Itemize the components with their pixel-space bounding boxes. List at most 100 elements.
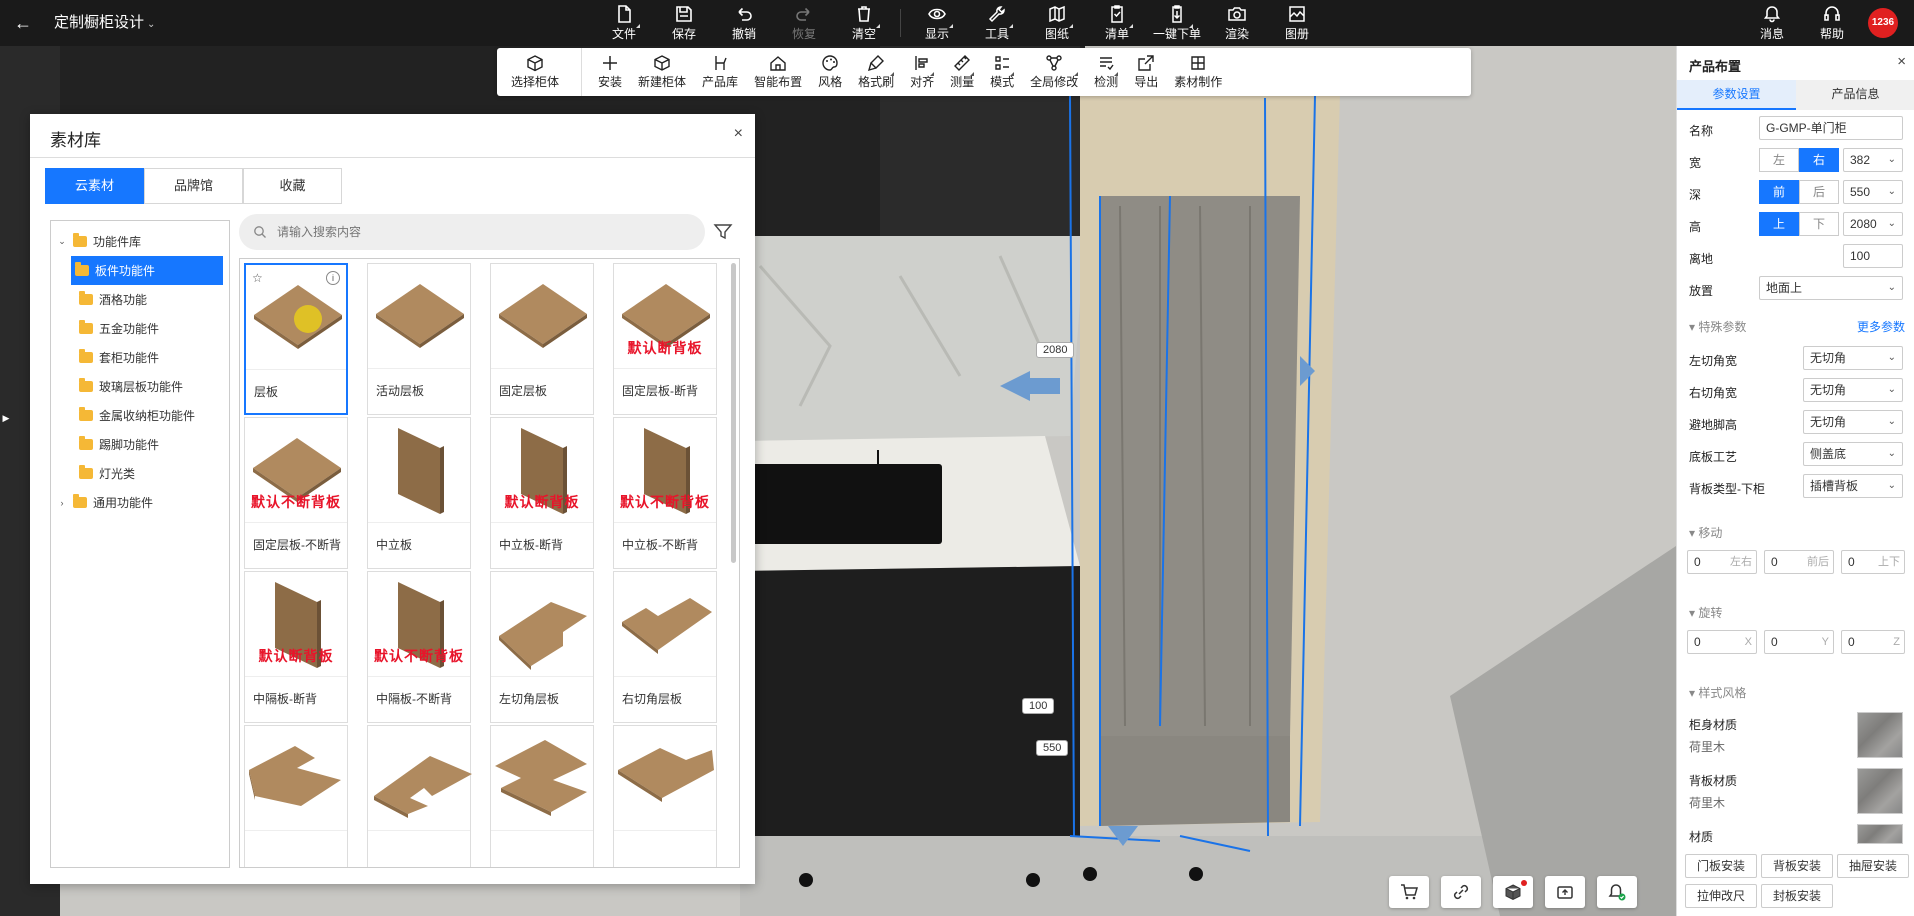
top-tool-map-button[interactable]: 图纸 [1027,0,1087,46]
tree-item[interactable]: ⌄ 功能件库 [51,227,229,256]
material-card[interactable]: 默认断背板 中隔板-断背 [244,571,348,723]
box-button[interactable] [1493,876,1533,908]
move-fb-field[interactable]: 0 前后 [1764,550,1834,574]
tab-product-info[interactable]: 产品信息 [1796,80,1914,110]
tab-parameter-settings[interactable]: 参数设置 [1677,80,1796,110]
material-card[interactable]: 默认不断背板 固定层板-不断背 [244,417,348,569]
tree-item[interactable]: 五金功能件 [51,314,229,343]
special-params-section[interactable]: ▾ 特殊参数 [1689,318,1746,335]
rotate-y-field[interactable]: 0Y [1764,630,1834,654]
ground-field[interactable]: 100 [1843,244,1903,268]
sub-tool-check-list-button[interactable]: 检测 [1086,48,1126,96]
special-param-select[interactable]: 侧盖底 ⌄ [1803,442,1903,466]
material-card[interactable]: 活动层板 [367,263,471,415]
material-card[interactable]: 左切角层板 [490,571,594,723]
seal-panel-install-button[interactable]: 封板安装 [1761,884,1833,908]
back-panel-install-button[interactable]: 背板安装 [1761,854,1833,878]
sub-tool-export-button[interactable]: 导出 [1126,48,1166,96]
more-params-link[interactable]: 更多参数 [1857,318,1905,335]
select-cabinet-button[interactable]: 选择柜体 [497,48,573,96]
sub-tool-grid-plus-button[interactable]: 素材制作 [1166,48,1230,96]
rotate-z-field[interactable]: 0Z [1841,630,1905,654]
user-avatar[interactable]: 1236 [1868,8,1898,38]
width-right-option[interactable]: 右 [1799,148,1839,172]
messages-button[interactable]: 消息 [1742,0,1802,46]
material-card[interactable]: 默认不断背板 中隔板-不断背 [367,571,471,723]
rotate-section[interactable]: ▾ 旋转 [1689,604,1722,621]
body-material-swatch[interactable] [1857,712,1903,758]
cart-button[interactable] [1389,876,1429,908]
stretch-resize-button[interactable]: 拉伸改尺 [1685,884,1757,908]
tab-brand-hall[interactable]: 品牌馆 [144,168,243,204]
alert-button[interactable] [1597,876,1637,908]
move-section[interactable]: ▾ 移动 [1689,524,1722,541]
screenshot-button[interactable] [1545,876,1585,908]
material-card[interactable] [244,725,348,867]
panel-close-button[interactable]: × [1897,53,1906,70]
chevron-right-icon[interactable]: › [55,498,69,508]
placement-select[interactable]: 地面上 ⌄ [1759,276,1903,300]
width-left-option[interactable]: 左 [1759,148,1799,172]
chevron-down-icon[interactable]: ⌄ [55,236,69,247]
sub-tool-nodes-button[interactable]: 全局修改 [1022,48,1086,96]
depth-front-option[interactable]: 前 [1759,180,1799,204]
sub-tool-brush-button[interactable]: 格式刷 [850,48,902,96]
top-tool-file-button[interactable]: 文件 [594,0,654,46]
top-tool-redo-button[interactable]: 恢复 [774,0,834,46]
height-select[interactable]: 2080 ⌄ [1843,212,1903,236]
library-close-button[interactable]: × [734,125,743,143]
sub-tool-list-button[interactable]: 模式 [982,48,1022,96]
tree-item[interactable]: 灯光类 [51,459,229,488]
tab-favorites[interactable]: 收藏 [243,168,342,204]
top-tool-album-button[interactable]: 图册 [1267,0,1327,46]
tree-item[interactable]: 板件功能件 [71,256,223,285]
help-button[interactable]: 帮助 [1802,0,1862,46]
special-param-select[interactable]: 无切角 ⌄ [1803,378,1903,402]
material-card[interactable]: 默认断背板 固定层板-断背 [613,263,717,415]
height-up-option[interactable]: 上 [1759,212,1799,236]
sub-tool-chair-button[interactable]: 产品库 [694,48,746,96]
filter-icon[interactable] [713,222,733,242]
depth-select[interactable]: 550 ⌄ [1843,180,1903,204]
top-tool-wrench-button[interactable]: 工具 [967,0,1027,46]
material-card[interactable]: ☆ i 层板 [244,263,348,415]
tree-item[interactable]: › 通用功能件 [51,488,229,517]
tree-item[interactable]: 踢脚功能件 [51,430,229,459]
style-section[interactable]: ▾ 样式风格 [1689,684,1746,701]
material-card[interactable]: 右切角层板 [613,571,717,723]
top-tool-order-button[interactable]: 一键下单 [1147,0,1207,46]
move-lr-field[interactable]: 0 左右 [1687,550,1757,574]
height-down-option[interactable]: 下 [1799,212,1839,236]
link-button[interactable] [1441,876,1481,908]
rotate-x-field[interactable]: 0X [1687,630,1757,654]
app-title-dropdown[interactable]: 定制橱柜设计 ⌄ [54,12,155,36]
material-card[interactable] [367,725,472,867]
special-param-select[interactable]: 无切角 ⌄ [1803,346,1903,370]
left-panel-toggle[interactable]: ▶ [0,398,12,438]
top-tool-eye-button[interactable]: 显示 [907,0,967,46]
sub-tool-house-button[interactable]: 智能布置 [746,48,810,96]
top-tool-camera-button[interactable]: 渲染 [1207,0,1267,46]
info-icon[interactable]: i [326,271,340,285]
drawer-install-button[interactable]: 抽屉安装 [1837,854,1909,878]
name-field[interactable]: G-GMP-单门柜 [1759,116,1903,140]
material-card[interactable]: 固定层板 [490,263,594,415]
sub-tool-align-button[interactable]: 对齐 [902,48,942,96]
tree-item[interactable]: 金属收纳柜功能件 [51,401,229,430]
star-icon[interactable]: ☆ [252,271,263,285]
material-card[interactable]: 默认不断背板 中立板-不断背 [613,417,717,569]
special-param-select[interactable]: 无切角 ⌄ [1803,410,1903,434]
sub-tool-palette-button[interactable]: 风格 [810,48,850,96]
top-tool-undo-button[interactable]: 撤销 [714,0,774,46]
back-button[interactable]: ← [12,12,34,34]
material-card[interactable] [613,725,717,867]
tree-item[interactable]: 酒格功能 [51,285,229,314]
material-card[interactable]: 默认断背板 中立板-断背 [490,417,594,569]
tree-item[interactable]: 玻璃层板功能件 [51,372,229,401]
top-tool-save-button[interactable]: 保存 [654,0,714,46]
door-install-button[interactable]: 门板安装 [1685,854,1757,878]
sub-tool-cube-button[interactable]: 新建柜体 [630,48,694,96]
width-select[interactable]: 382 ⌄ [1843,148,1903,172]
top-tool-checklist-button[interactable]: 清单 [1087,0,1147,46]
depth-back-option[interactable]: 后 [1799,180,1839,204]
